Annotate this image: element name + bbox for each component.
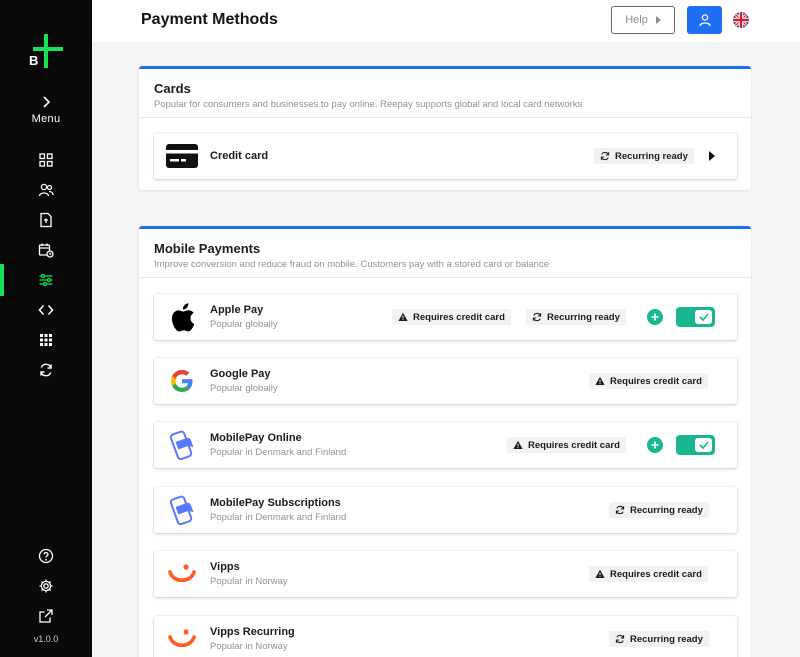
help-circle-icon[interactable] xyxy=(0,544,92,568)
payment-method-google-pay[interactable]: Google Pay Popular globally Requires cre… xyxy=(154,358,737,404)
sync-icon[interactable] xyxy=(0,358,92,382)
sidebar: B Menu v1.0.0 xyxy=(0,0,92,657)
recurring-ready-badge: Recurring ready xyxy=(609,502,709,518)
warning-icon xyxy=(398,312,408,321)
payment-method-name: Credit card xyxy=(210,150,269,162)
sync-icon xyxy=(615,634,625,644)
payment-method-mobilepay-subscriptions[interactable]: MobilePay Subscriptions Popular in Denma… xyxy=(154,487,737,533)
payment-method-name: MobilePay Online xyxy=(210,432,302,444)
sync-icon xyxy=(532,312,542,322)
subscriptions-icon[interactable] xyxy=(0,238,92,262)
plus-icon xyxy=(651,313,659,321)
payment-method-apple-pay[interactable]: Apple Pay Popular globally Requires cred… xyxy=(154,294,737,340)
requires-credit-card-badge: Requires credit card xyxy=(589,373,708,389)
check-icon xyxy=(698,313,709,321)
mobilepay-logo-icon xyxy=(166,430,198,460)
requires-credit-card-badge: Requires credit card xyxy=(589,566,708,582)
warning-icon xyxy=(513,440,523,449)
caret-right-icon xyxy=(655,16,661,24)
add-button[interactable] xyxy=(647,309,663,325)
help-label: Help xyxy=(625,14,648,26)
payment-method-subtitle: Popular globally xyxy=(210,383,278,394)
invoices-icon[interactable] xyxy=(0,208,92,232)
external-link-icon[interactable] xyxy=(0,604,92,628)
payment-method-subtitle: Popular in Norway xyxy=(210,641,288,652)
apps-icon[interactable] xyxy=(0,328,92,352)
sync-icon xyxy=(600,151,610,161)
payment-method-subtitle: Popular globally xyxy=(210,319,278,330)
svg-text:B: B xyxy=(29,53,38,68)
google-logo-icon xyxy=(166,366,198,396)
dashboard-icon[interactable] xyxy=(0,148,92,172)
uk-flag-icon[interactable] xyxy=(733,12,749,28)
help-button[interactable]: Help xyxy=(611,6,675,34)
page-title: Payment Methods xyxy=(141,11,278,28)
credit-card-icon xyxy=(166,141,198,171)
payment-method-name: Vipps Recurring xyxy=(210,626,295,638)
section-cards: Cards Popular for consumers and business… xyxy=(139,66,751,190)
version-label: v1.0.0 xyxy=(33,634,59,644)
payment-method-name: Apple Pay xyxy=(210,304,264,316)
user-profile-button[interactable] xyxy=(687,6,722,34)
sync-icon xyxy=(615,505,625,515)
enable-toggle[interactable] xyxy=(676,307,715,327)
recurring-ready-badge: Recurring ready xyxy=(594,148,694,164)
chevron-right-icon xyxy=(0,95,92,111)
section-title: Mobile Payments xyxy=(154,241,261,256)
payment-method-vipps[interactable]: Vipps Popular in Norway Requires credit … xyxy=(154,551,737,597)
menu-label: Menu xyxy=(31,113,61,125)
section-mobile-payments: Mobile Payments Improve conversion and r… xyxy=(139,226,751,657)
developers-icon[interactable] xyxy=(0,298,92,322)
section-subtitle: Popular for consumers and businesses to … xyxy=(154,99,583,110)
recurring-ready-badge: Recurring ready xyxy=(526,309,626,325)
customers-icon[interactable] xyxy=(0,178,92,202)
expand-arrow-icon[interactable] xyxy=(709,151,715,161)
vipps-logo-icon xyxy=(166,559,198,589)
section-title: Cards xyxy=(154,81,191,96)
payment-method-vipps-recurring[interactable]: Vipps Recurring Popular in Norway Recurr… xyxy=(154,616,737,657)
recurring-ready-badge: Recurring ready xyxy=(609,631,709,647)
user-icon xyxy=(698,14,711,27)
requires-credit-card-badge: Requires credit card xyxy=(392,309,511,325)
apple-logo-icon xyxy=(166,302,198,332)
payment-method-subtitle: Popular in Denmark and Finland xyxy=(210,447,347,458)
payment-method-mobilepay-online[interactable]: MobilePay Online Popular in Denmark and … xyxy=(154,422,737,468)
requires-credit-card-badge: Requires credit card xyxy=(507,437,626,453)
payment-method-subtitle: Popular in Denmark and Finland xyxy=(210,512,347,523)
enable-toggle[interactable] xyxy=(676,435,715,455)
check-icon xyxy=(698,441,709,449)
top-header: Payment Methods Help xyxy=(92,0,800,42)
billwerk-logo[interactable]: B xyxy=(29,34,63,68)
warning-icon xyxy=(595,569,605,578)
section-subtitle: Improve conversion and reduce fraud on m… xyxy=(154,259,549,270)
settings-icon[interactable] xyxy=(0,574,92,598)
payment-method-subtitle: Popular in Norway xyxy=(210,576,288,587)
menu-toggle[interactable]: Menu xyxy=(0,95,92,125)
payment-method-name: Google Pay xyxy=(210,368,271,380)
payment-method-name: Vipps xyxy=(210,561,240,573)
configuration-icon[interactable] xyxy=(0,264,92,296)
warning-icon xyxy=(595,376,605,385)
payment-method-credit-card[interactable]: Credit card Recurring ready xyxy=(154,133,737,179)
plus-icon xyxy=(651,441,659,449)
payment-method-name: MobilePay Subscriptions xyxy=(210,497,341,509)
add-button[interactable] xyxy=(647,437,663,453)
vipps-logo-icon xyxy=(166,624,198,654)
mobilepay-logo-icon xyxy=(166,495,198,525)
